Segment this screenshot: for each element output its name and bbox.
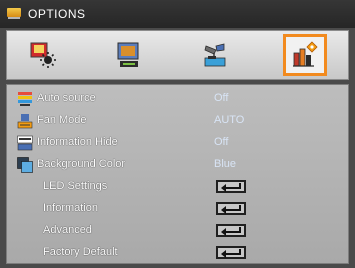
menu-item-label: Advanced xyxy=(43,224,92,236)
enter-icon xyxy=(216,224,246,237)
background-color-icon xyxy=(17,157,33,173)
menu-tabs xyxy=(6,30,349,80)
menu-item-label: Information xyxy=(43,202,99,214)
menu-item-value: AUTO xyxy=(214,114,245,126)
menu-item-label: LED Settings xyxy=(43,180,108,192)
menu-item-label: Background Color xyxy=(37,158,126,170)
options-osd-window: OPTIONS Auto source Off Fan Mode AUTO In… xyxy=(0,0,355,268)
menu-item-background-color[interactable]: Background Color Blue xyxy=(7,154,348,176)
menu-item-value: Off xyxy=(214,136,229,148)
menu-item-label: Fan Mode xyxy=(37,114,87,126)
menu-item-factory-default[interactable]: Factory Default xyxy=(7,242,348,264)
options-title-icon xyxy=(6,7,22,21)
menu-item-label: Information Hide xyxy=(37,136,118,148)
tab-setup[interactable] xyxy=(193,34,237,76)
menu-item-led-settings[interactable]: LED Settings xyxy=(7,176,348,198)
setup-projector-icon xyxy=(204,43,226,67)
menu-item-value: Off xyxy=(214,92,229,104)
menu-item-label: Factory Default xyxy=(43,246,118,258)
fan-mode-icon xyxy=(17,114,33,129)
enter-icon xyxy=(216,246,246,259)
picture-brightness-icon xyxy=(30,42,56,68)
information-hide-icon xyxy=(17,135,33,151)
menu-item-fan-mode[interactable]: Fan Mode AUTO xyxy=(7,110,348,132)
display-screen-icon xyxy=(117,42,139,67)
options-menu-list: Auto source Off Fan Mode AUTO Informatio… xyxy=(6,84,349,264)
title-bar: OPTIONS xyxy=(0,0,355,28)
options-chart-icon xyxy=(293,41,318,67)
menu-item-information[interactable]: Information xyxy=(7,198,348,220)
menu-item-value: Blue xyxy=(214,158,237,170)
menu-item-information-hide[interactable]: Information Hide Off xyxy=(7,132,348,154)
tab-picture[interactable] xyxy=(21,34,65,76)
menu-item-label: Auto source xyxy=(37,92,96,104)
menu-item-auto-source[interactable]: Auto source Off xyxy=(7,88,348,110)
auto-source-icon xyxy=(18,92,32,106)
enter-icon xyxy=(216,202,246,215)
tab-display[interactable] xyxy=(107,34,151,76)
enter-icon xyxy=(216,180,246,193)
tab-options[interactable] xyxy=(283,34,327,76)
window-title: OPTIONS xyxy=(28,7,86,21)
menu-item-advanced[interactable]: Advanced xyxy=(7,220,348,242)
